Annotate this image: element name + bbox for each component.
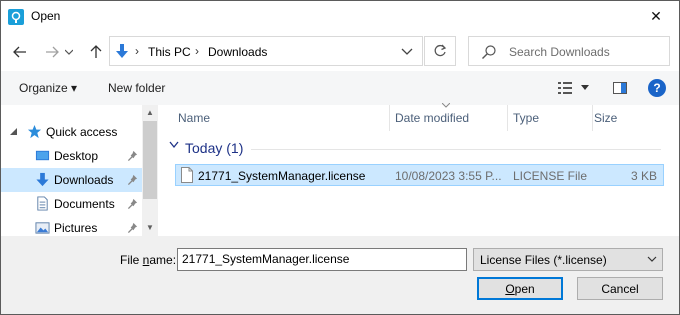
file-name-label-part: ame: — [149, 253, 177, 267]
file-name-input[interactable]: 21771_SystemManager.license — [177, 248, 467, 271]
documents-folder-icon — [37, 196, 48, 211]
column-header-label: Date modified — [395, 111, 470, 125]
scroll-up-icon[interactable]: ▲ — [146, 108, 154, 117]
chevron-down-icon — [65, 49, 73, 55]
pictures-folder-icon — [35, 222, 50, 234]
navigation-row: › This PC › Downloads Search Downloads — [1, 32, 679, 70]
file-icon — [181, 167, 193, 183]
help-glyph: ? — [653, 81, 661, 95]
sidebar-item-label: Desktop — [54, 149, 99, 163]
up-button[interactable] — [85, 41, 107, 63]
window-title: Open — [31, 9, 61, 23]
group-divider — [251, 149, 661, 150]
sidebar-item-label: Downloads — [54, 173, 114, 187]
file-size-cell: 3 KB — [630, 169, 657, 183]
file-list: Name Date modified Type Size Today (1) 2… — [161, 103, 679, 236]
desktop-folder-icon — [35, 150, 50, 161]
help-icon[interactable]: ? — [648, 79, 666, 97]
up-arrow-icon — [90, 45, 102, 58]
group-header-today[interactable]: Today (1) — [185, 140, 243, 156]
search-icon — [482, 45, 496, 59]
refresh-icon — [434, 44, 447, 57]
file-name-cell: 21771_SystemManager.license — [198, 169, 366, 183]
command-toolbar: Organize ▾ New folder ? — [1, 71, 679, 105]
breadcrumb-separator: › — [195, 44, 199, 58]
column-header-type[interactable]: Type — [508, 105, 592, 131]
pin-icon — [127, 222, 138, 233]
column-header-date[interactable]: Date modified — [390, 105, 507, 131]
breadcrumb-this-pc[interactable]: This PC — [148, 45, 191, 59]
forward-button[interactable] — [41, 41, 63, 63]
dialog-footer: File name: 21771_SystemManager.license L… — [1, 236, 679, 314]
file-name-label: File name: — [120, 253, 176, 267]
chevron-down-icon — [10, 128, 17, 135]
open-button-accesskey: O — [505, 281, 515, 296]
search-box[interactable]: Search Downloads — [468, 36, 670, 66]
preview-pane-icon[interactable] — [612, 80, 628, 96]
view-options-icon[interactable] — [557, 80, 573, 96]
sidebar-item-quick-access[interactable]: Quick access — [1, 120, 142, 144]
scrollbar-thumb[interactable] — [143, 121, 157, 199]
downloads-arrow-icon — [116, 44, 128, 58]
sidebar-item-desktop[interactable]: Desktop — [1, 144, 142, 168]
sidebar-item-documents[interactable]: Documents — [1, 192, 142, 216]
sidebar-item-label: Quick access — [46, 125, 118, 139]
sidebar-item-label: Pictures — [54, 221, 98, 235]
title-bar: Open ✕ — [1, 1, 679, 32]
scroll-down-icon[interactable]: ▼ — [146, 223, 154, 232]
navigation-pane: Quick access Desktop Downloads Documents — [1, 105, 158, 236]
pin-icon — [127, 198, 138, 209]
close-button[interactable]: ✕ — [633, 1, 679, 32]
chevron-down-icon[interactable] — [169, 141, 179, 149]
file-type-cell: LICENSE File — [513, 169, 588, 183]
cancel-button-label: Cancel — [601, 281, 639, 296]
pin-icon — [127, 150, 138, 161]
file-row[interactable]: 21771_SystemManager.license 10/08/2023 3… — [175, 164, 664, 186]
sidebar-item-label: Documents — [54, 197, 115, 211]
file-date-cell: 10/08/2023 3:55 P... — [395, 169, 502, 183]
chevron-down-icon[interactable] — [581, 85, 589, 91]
back-arrow-icon — [13, 46, 26, 58]
open-file-dialog: Open ✕ › This PC › Downloads Search Down… — [0, 0, 680, 315]
chevron-down-icon[interactable] — [400, 44, 414, 58]
app-icon — [8, 9, 24, 25]
back-button[interactable] — [9, 41, 31, 63]
column-header-label: Size — [594, 111, 618, 125]
breadcrumb-downloads[interactable]: Downloads — [208, 45, 267, 59]
chevron-down-icon — [647, 256, 657, 262]
open-button[interactable]: Open — [477, 277, 563, 300]
file-type-filter[interactable]: License Files (*.license) — [473, 248, 663, 271]
sidebar-item-downloads[interactable]: Downloads — [1, 168, 142, 192]
new-folder-button[interactable]: New folder — [108, 81, 165, 95]
refresh-button[interactable] — [424, 36, 456, 66]
file-type-filter-value: License Files (*.license) — [480, 253, 607, 267]
forward-arrow-icon — [46, 46, 59, 58]
organize-button[interactable]: Organize ▾ — [19, 81, 77, 95]
address-bar[interactable]: › This PC › Downloads — [109, 36, 423, 66]
pin-icon — [127, 174, 138, 185]
star-icon — [27, 124, 42, 139]
cancel-button[interactable]: Cancel — [577, 277, 663, 300]
column-header-label: Name — [178, 111, 211, 125]
search-input[interactable]: Search Downloads — [509, 45, 610, 59]
open-button-label: pen — [514, 281, 535, 296]
nav-pane-scrollbar[interactable]: ▲ ▼ — [142, 105, 158, 236]
file-name-label-part: File — [120, 253, 143, 267]
column-header-size[interactable]: Size — [593, 105, 663, 131]
recent-locations-button[interactable] — [62, 41, 76, 63]
close-icon: ✕ — [650, 8, 662, 24]
column-header-name[interactable]: Name — [161, 105, 389, 131]
column-header-label: Type — [513, 111, 540, 125]
downloads-folder-icon — [36, 172, 49, 187]
breadcrumb-separator: › — [135, 44, 139, 58]
